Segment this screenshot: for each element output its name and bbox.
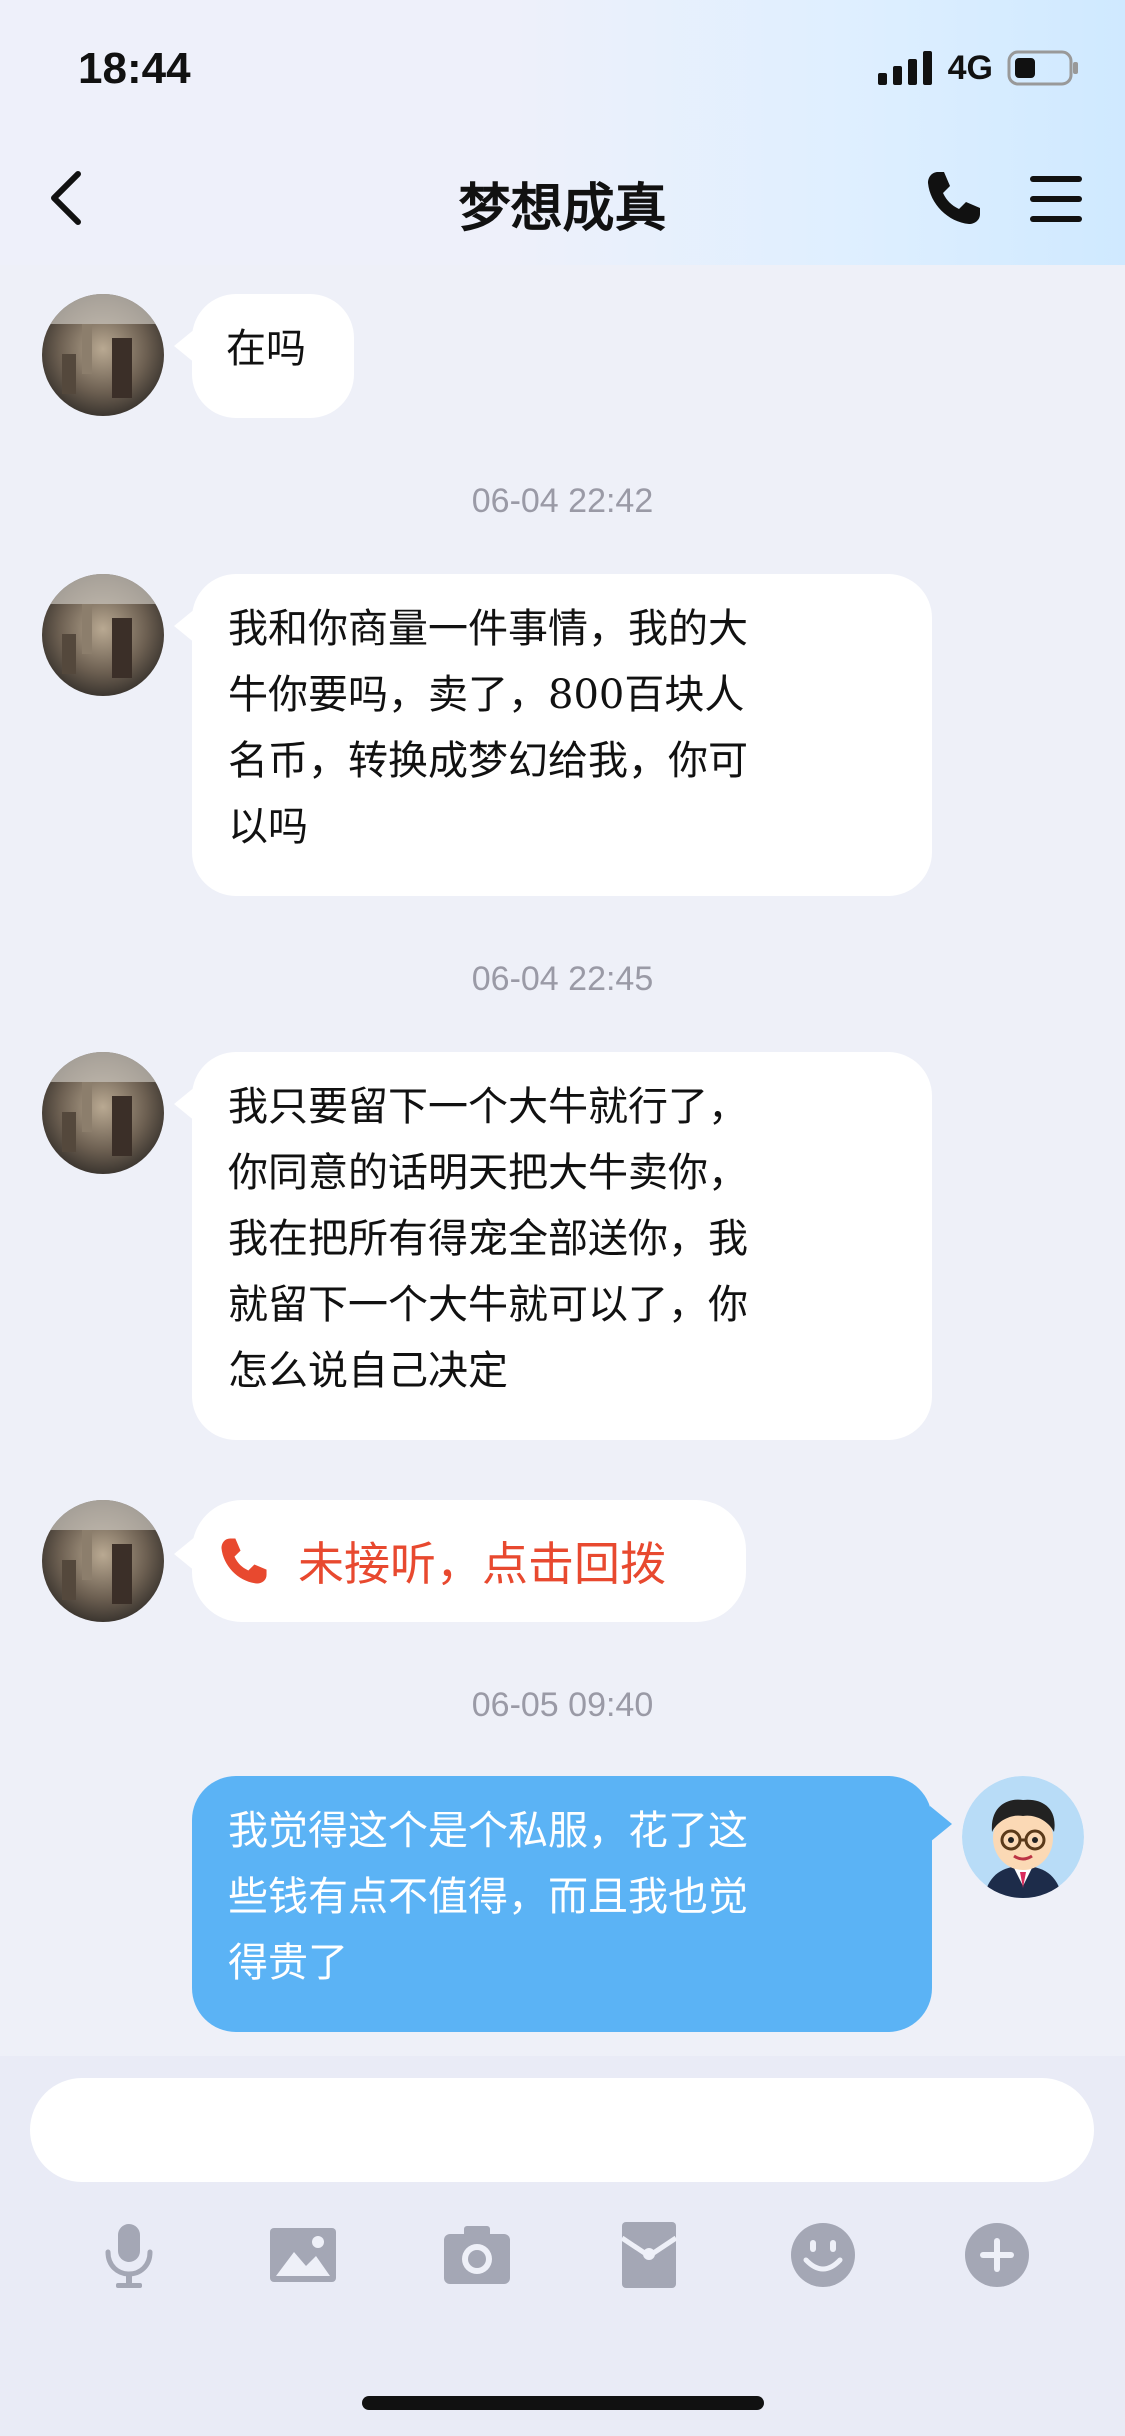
home-indicator[interactable] [362, 2396, 764, 2410]
my-avatar[interactable] [962, 1776, 1084, 1898]
my-message-bubble[interactable]: 我觉得这个是个私服，花了这 些钱有点不值得，而且我也觉 得贵了 [192, 1776, 952, 2032]
missed-call-bubble[interactable]: 未接听，点击回拨 [174, 1500, 746, 1622]
message-line: 我和你商量一件事情，我的大 [228, 606, 748, 652]
message-bubble[interactable]: 我只要留下一个大牛就行了， 你同意的话明天把大牛卖你， 我在把所有得宠全部送你，… [174, 1052, 932, 1440]
message-input[interactable] [30, 2078, 1094, 2182]
message-line: 我在把所有得宠全部送你，我 [228, 1216, 748, 1262]
message-line: 就留下一个大牛就可以了，你 [228, 1282, 748, 1328]
emoji-icon[interactable] [788, 2220, 858, 2290]
phone-icon[interactable] [924, 168, 984, 228]
message-line: 牛你要吗，卖了，800百块人 [228, 672, 745, 718]
signal-icon [877, 51, 932, 85]
missed-call-text: 未接听，点击回拨 [298, 1538, 666, 1590]
menu-icon[interactable] [1028, 174, 1084, 224]
message-line: 你同意的话明天把大牛卖你， [228, 1150, 748, 1196]
timestamp: 06-04 22:45 [471, 960, 654, 998]
contact-avatar[interactable] [42, 1500, 164, 1622]
message-line: 怎么说自己决定 [228, 1348, 508, 1394]
message-bubble[interactable]: 在吗 [174, 294, 354, 418]
message-line: 我只要留下一个大牛就行了， [228, 1084, 748, 1130]
status-time: 18:44 [78, 44, 191, 93]
message-text: 在吗 [226, 326, 306, 372]
message-bubble[interactable]: 我和你商量一件事情，我的大 牛你要吗，卖了，800百块人 名币，转换成梦幻给我，… [174, 574, 932, 896]
timestamp: 06-04 22:42 [471, 482, 654, 520]
message-line: 些钱有点不值得，而且我也觉 [228, 1874, 748, 1920]
contact-avatar[interactable] [42, 574, 164, 696]
image-icon[interactable] [268, 2220, 338, 2290]
battery-icon [1007, 50, 1078, 86]
message-line: 我觉得这个是个私服，花了这 [228, 1808, 748, 1854]
plus-icon[interactable] [962, 2220, 1032, 2290]
message-line: 以吗 [228, 804, 308, 850]
message-line: 名币，转换成梦幻给我，你可 [228, 738, 748, 784]
contact-avatar[interactable] [42, 1052, 164, 1174]
red-packet-icon[interactable] [614, 2220, 684, 2290]
timestamp: 06-05 09:40 [471, 1686, 654, 1724]
status-indicators: 4G [877, 48, 1079, 88]
message-line: 得贵了 [228, 1940, 348, 1986]
contact-avatar[interactable] [42, 294, 164, 416]
network-label: 4G [947, 48, 993, 87]
missed-call-phone-icon [221, 1538, 267, 1584]
camera-icon[interactable] [442, 2220, 512, 2290]
microphone-icon[interactable] [94, 2220, 164, 2290]
